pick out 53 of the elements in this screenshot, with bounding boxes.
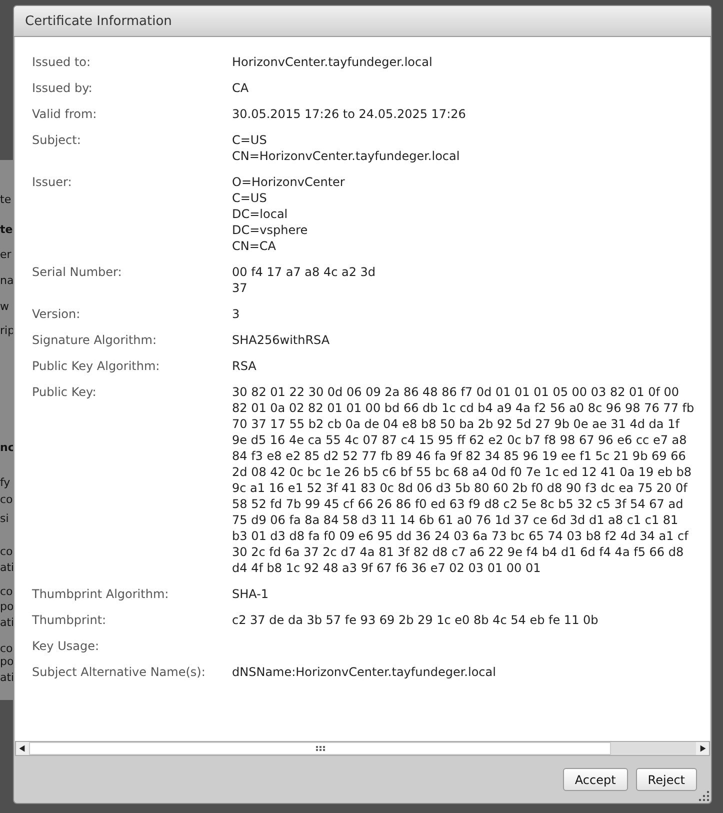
field-value: HorizonvCenter.tayfundeger.local [232,54,432,70]
background-text: po [0,600,14,614]
resize-grip-icon[interactable] [699,791,709,801]
field-label: Issued by: [32,80,94,96]
field-label: Thumbprint Algorithm: [32,586,170,602]
field-value: SHA-1 [232,586,269,602]
background-text: nc [0,441,14,455]
dialog-title: Certificate Information [25,14,172,28]
field-value: RSA [232,358,256,374]
field-label: Key Usage: [32,638,100,654]
background-text: co [0,585,13,599]
dialog-button[interactable]: Reject [636,768,697,791]
horizontal-scrollbar[interactable] [15,741,710,756]
field-value: 3 [232,306,240,322]
field-value: 30 82 01 22 30 0d 06 09 2a 86 48 86 f7 0d 01 01 01 05 00 03 82 01 0f 00 82 01 0a 02 82 01 01 00 bd 66 db 1c cd b4 a9 4a f2 56 a0 8c 96 98 76 77 fb 70 37 17 55 b2 cb 0a de 04 e8 b8 50 ba 2b 92 5d 27 9b 0e ae 31 4d da 1f 9e d5 16 4e ca 55 4c 07 87 c4 15 95 ff 62 e2 0c b7 f8 98 67 96 e6 cc e7 a8 84 f3 e8 e2 85 d2 52 77 fb 89 46 fa 9f 82 34 85 96 19 ee f1 5c 21 9b 69 66 2d 08 42 0c bc 1e 26 b5 c6 bf 55 bc 68 a4 0d f0 7e 1c ed 12 41 0a 19 eb b8 9c a1 16 e1 52 3f 41 83 0c 8d 06 d3 5b 80 60 2b f0 d8 90 f3 dc ea 75 20 0f 58 52 fd 7b 99 45 cf 66 26 86 f0 ed 63 f9 d8 c2 5e 8c b5 32 c5 3f 54 67 ad 75 d9 06 fa 8a 84 58 d3 11 14 6b 61 a0 76 1d 37 ce 6d 3d d1 a8 c1 c1 81 b3 01 d3 d8 fa f0 09 e6 95 dd 36 24 03 6a 73 bc 65 74 03 b8 f2 4d 34 a1 cf 30 2c fd 6a 37 2c d7 4a 81 3f 82 d8 c7 a6 22 9e f4 b4 d1 6d f4 4a f5 66 d8 d4 4f b8 1c 92 48 a3 9f 67 f6 36 e7 02 03 01 00 01 [232,384,694,576]
background-text: ati [0,671,14,685]
field-label: Serial Number: [32,264,123,281]
background-text: te [0,193,12,207]
field-label: Signature Algorithm: [32,332,158,348]
background-text: co [0,493,13,507]
background-text: ati [0,616,14,630]
background-text: w [0,300,9,314]
field-value: SHA256withRSA [232,332,330,348]
field-value: CA [232,80,249,96]
field-value: 30.05.2015 17:26 to 24.05.2025 17:26 [232,106,466,122]
field-value: c2 37 de da 3b 57 fe 93 69 2b 29 1c e0 8b 4c 54 eb fe 11 0b [232,612,598,628]
field-value: O=HorizonvCenter C=US DC=local DC=vsphere CN=CA [232,174,345,254]
field-label: Issuer: [32,174,73,191]
background-text: fy [0,476,10,490]
grip-icon [316,746,324,751]
field-label: Version: [32,306,82,322]
field-label: Public Key: [32,384,98,401]
background-text: co [0,545,13,559]
field-value: dNSName:HorizonvCenter.tayfundeger.local [232,664,496,680]
background-text: te [0,223,13,237]
background-text: co [0,642,13,656]
background-text: er [0,248,12,262]
background-text: na [0,274,14,288]
field-label: Subject Alternative Name(s): [32,664,206,680]
field-value: C=US CN=HorizonvCenter.tayfundeger.local [232,132,460,164]
field-label: Issued to: [32,54,92,70]
scroll-thumb[interactable] [29,742,611,755]
background-text: po [0,655,14,669]
field-value: 00 f4 17 a7 a8 4c a2 3d 37 [232,264,376,296]
field-label: Subject: [32,132,82,149]
scroll-left-icon[interactable] [16,742,29,755]
field-label: Valid from: [32,106,98,122]
dialog-button[interactable]: Accept [562,768,628,791]
background-text: ati [0,561,14,575]
field-label: Public Key Algorithm: [32,358,161,374]
background-text: si [0,512,9,526]
scroll-right-icon[interactable] [696,742,709,755]
field-label: Thumbprint: [32,612,108,628]
